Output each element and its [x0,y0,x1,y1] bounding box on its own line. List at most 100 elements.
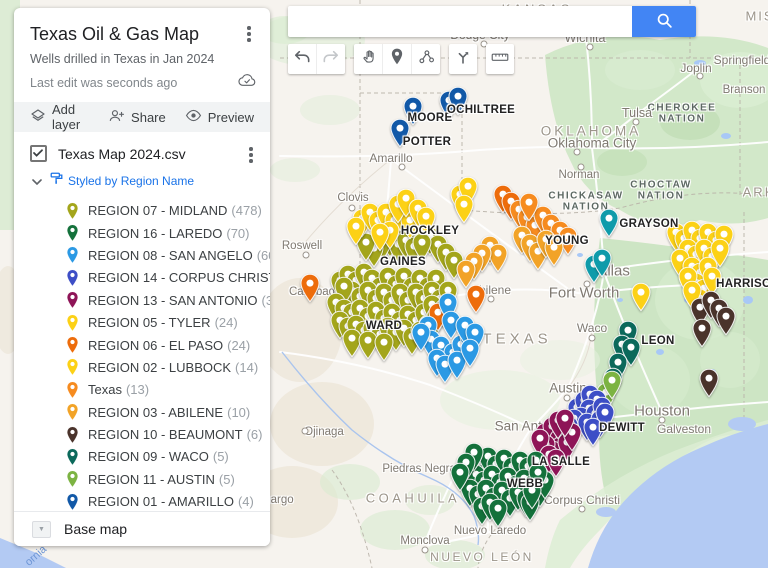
pan-hand-icon [360,48,377,70]
undo-button[interactable] [288,44,317,74]
map-marker[interactable] [692,318,713,348]
styled-by-label: Styled by Region Name [68,174,194,188]
map-marker[interactable] [716,306,737,336]
add-layer-button[interactable]: Add layer [30,102,89,132]
map-marker[interactable] [519,192,540,222]
legend-item[interactable]: REGION 16 - LAREDO(70) [14,222,270,244]
draw-line-icon [418,49,435,70]
map-marker[interactable] [488,498,509,528]
map-marker[interactable] [592,248,613,278]
legend-item[interactable]: REGION 14 - CORPUS CHRISTI(36) [14,267,270,289]
add-marker-button[interactable] [383,44,412,74]
sidebar-action-bar: Add layer Share Preview [14,102,270,132]
legend-item[interactable]: REGION 05 - TYLER (24) [14,311,270,333]
map-marker[interactable] [416,206,437,236]
legend-label: Texas [88,382,122,397]
map-marker[interactable] [460,338,481,368]
map-marker[interactable] [411,322,432,352]
redo-button[interactable] [317,44,345,74]
add-layer-label: Add layer [52,102,89,132]
legend-count: (13) [126,382,149,397]
chevron-down-icon [32,172,42,190]
legend-label: REGION 11 - AUSTIN [88,472,215,487]
legend-item[interactable]: REGION 02 - LUBBOCK(14) [14,356,270,378]
map-marker[interactable] [522,480,543,510]
search-icon [656,12,673,32]
legend-item[interactable]: REGION 01 - AMARILLO(4) [14,491,270,513]
legend-count: (5) [219,472,235,487]
last-edit-status[interactable]: Last edit was seconds ago [30,76,238,90]
legend-label: REGION 10 - BEAUMONT [88,427,243,442]
measure-ruler-icon [491,50,509,69]
map-marker[interactable] [346,216,367,246]
layer-name[interactable]: Texas Map 2024.csv [58,146,244,162]
layer-checkbox[interactable] [30,145,47,162]
pan-tool-button[interactable] [354,44,383,74]
map-marker[interactable] [599,208,620,238]
map-toolbar [288,44,514,74]
map-marker[interactable] [583,417,604,447]
legend-item[interactable]: Texas (13) [14,379,270,401]
legend-item[interactable]: REGION 08 - SAN ANGELO (60) [14,244,270,266]
eye-icon [185,109,202,125]
legend-item[interactable]: REGION 07 - MIDLAND (478) [14,200,270,222]
legend-item[interactable]: REGION 11 - AUSTIN (5) [14,468,270,490]
measure-button[interactable] [486,44,514,74]
legend-count: (6) [247,427,263,442]
legend-label: REGION 05 - TYLER [88,315,211,330]
map-marker[interactable] [403,96,424,126]
legend-list: REGION 07 - MIDLAND (478) REGION 16 - LARE… [14,200,270,536]
legend-count: (24) [215,315,238,330]
legend-count: (478) [231,203,261,218]
add-directions-button[interactable] [449,44,477,74]
legend-label: REGION 13 - SAN ANTONIO [88,293,258,308]
legend-count: (70) [226,226,249,241]
sidebar-panel: Texas Oil & Gas Map Wells drilled in Tex… [14,8,270,546]
draw-line-button[interactable] [412,44,440,74]
search-button[interactable] [632,6,696,37]
map-marker[interactable] [454,194,475,224]
legend-item[interactable]: REGION 06 - EL PASO(24) [14,334,270,356]
my-maps-app: KANSASMISOKLAHOMAARKTEXASCOAHUILANUEVO L… [0,0,768,568]
legend-label: REGION 06 - EL PASO [88,338,223,353]
map-menu-kebab-icon[interactable] [242,24,256,42]
legend-count: (60) [257,248,270,263]
legend-label: REGION 09 - WACO [88,449,209,464]
legend-item[interactable]: REGION 03 - ABILENE (10) [14,401,270,423]
legend-label: REGION 08 - SAN ANGELO [88,248,253,263]
base-map-label: Base map [64,521,127,537]
legend-item[interactable]: REGION 09 - WACO (5) [14,446,270,468]
map-marker[interactable] [300,273,321,303]
preview-button[interactable]: Preview [185,109,254,125]
base-map-row[interactable]: ▼ Base map [14,511,270,546]
map-marker[interactable] [456,259,477,289]
search-bar [288,6,696,37]
layer-menu-kebab-icon[interactable] [244,145,258,163]
paint-roller-icon [50,172,63,190]
cloud-saved-icon [238,73,256,92]
legend-label: REGION 07 - MIDLAND [88,203,227,218]
legend-label: REGION 03 - ABILENE [88,405,223,420]
map-marker[interactable] [555,408,576,438]
styled-by-row[interactable]: Styled by Region Name [32,172,258,190]
legend-label: REGION 14 - CORPUS CHRISTI [88,270,270,285]
legend-item[interactable]: REGION 13 - SAN ANTONIO(35) [14,289,270,311]
undo-icon [293,49,311,70]
add-marker-icon [390,48,404,70]
legend-count: (14) [235,360,258,375]
share-label: Share [131,110,166,125]
legend-count: (5) [213,449,229,464]
map-marker[interactable] [544,237,565,267]
map-description: Wells drilled in Texas in Jan 2024 [30,52,256,66]
share-button[interactable]: Share [108,108,166,126]
map-marker[interactable] [448,86,469,116]
search-input[interactable] [288,6,632,37]
map-marker[interactable] [374,332,395,362]
legend-item[interactable]: REGION 10 - BEAUMONT (6) [14,423,270,445]
map-marker[interactable] [699,368,720,398]
map-marker[interactable] [370,222,391,252]
legend-count: (10) [227,405,250,420]
legend-label: REGION 01 - AMARILLO [88,494,234,509]
map-marker[interactable] [631,282,652,312]
map-marker[interactable] [450,462,471,492]
